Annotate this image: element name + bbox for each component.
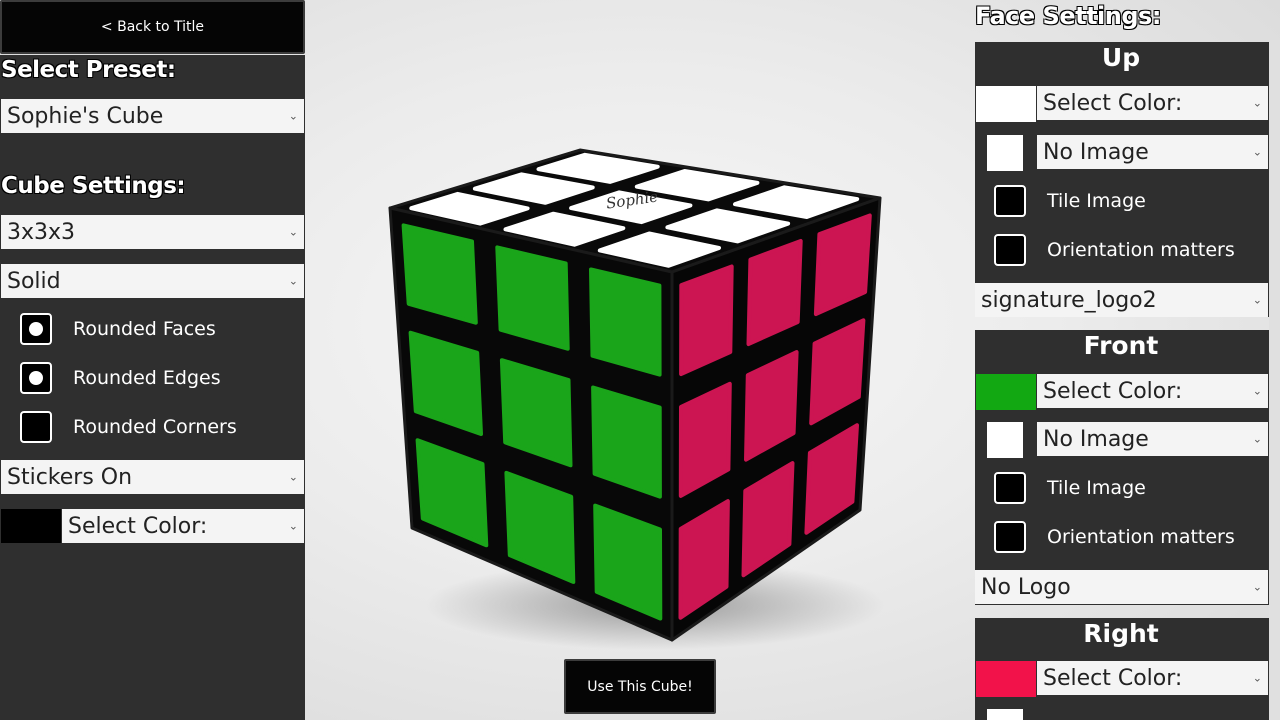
face-right-color-dropdown[interactable]: Select Color: ⌄	[1037, 661, 1268, 695]
face-up-orientation-checkbox[interactable]	[994, 234, 1026, 266]
face-front-color-swatch[interactable]	[976, 374, 1036, 410]
face-up-image-value: No Image	[1043, 139, 1149, 165]
face-front-tile-image-label: Tile Image	[1047, 477, 1146, 499]
face-front-color-label: Select Color:	[1043, 378, 1183, 404]
face-front-image-swatch[interactable]	[987, 422, 1023, 458]
preset-dropdown[interactable]: Sophie's Cube ⌄	[1, 99, 304, 133]
chevron-down-icon: ⌄	[288, 225, 298, 239]
sticker-color-swatch[interactable]	[1, 509, 61, 543]
chevron-down-icon: ⌄	[1252, 432, 1262, 446]
cube-size-dropdown[interactable]: 3x3x3 ⌄	[1, 215, 304, 249]
face-up-logo-dropdown[interactable]: signature_logo2 ⌄	[975, 283, 1268, 317]
chevron-down-icon: ⌄	[1252, 384, 1262, 398]
chevron-down-icon: ⌄	[1252, 145, 1262, 159]
cube-sticker-front	[589, 267, 662, 377]
face-front-color-dropdown[interactable]: Select Color: ⌄	[1037, 374, 1268, 408]
face-front-image-dropdown[interactable]: No Image ⌄	[1037, 422, 1268, 456]
stickers-value: Stickers On	[7, 464, 133, 490]
face-up-color-dropdown[interactable]: Select Color: ⌄	[1037, 86, 1268, 120]
face-right-title: Right	[1083, 619, 1159, 648]
cube-settings-heading: Cube Settings:	[1, 173, 186, 199]
face-right-color-swatch[interactable]	[976, 661, 1036, 697]
face-up-image-swatch[interactable]	[987, 135, 1023, 171]
back-to-title-button[interactable]: < Back to Title	[0, 0, 305, 54]
face-up-logo-value: signature_logo2	[981, 287, 1157, 313]
face-up-tile-image-label: Tile Image	[1047, 190, 1146, 212]
chevron-down-icon: ⌄	[288, 109, 298, 123]
face-up-color-label: Select Color:	[1043, 90, 1183, 116]
face-up-tile-image-checkbox[interactable]	[994, 185, 1026, 217]
face-settings-heading: Face Settings:	[975, 2, 1161, 30]
cube-sticker-front	[495, 245, 570, 351]
face-up-orientation-label: Orientation matters	[1047, 239, 1235, 261]
rounded-edges-label: Rounded Edges	[73, 367, 221, 389]
rounded-faces-checkbox[interactable]	[20, 313, 52, 345]
sticker-color-dropdown[interactable]: Select Color: ⌄	[62, 509, 304, 543]
chevron-down-icon: ⌄	[288, 274, 298, 288]
chevron-down-icon: ⌄	[1252, 96, 1262, 110]
rounded-edges-checkbox[interactable]	[20, 362, 52, 394]
face-front-panel	[975, 330, 1269, 605]
chevron-down-icon: ⌄	[1252, 580, 1262, 594]
chevron-down-icon: ⌄	[1252, 293, 1262, 307]
use-this-cube-button[interactable]: Use This Cube!	[564, 659, 716, 714]
face-up-title: Up	[1101, 43, 1141, 72]
cube-style-dropdown[interactable]: Solid ⌄	[1, 264, 304, 298]
face-front-logo-dropdown[interactable]: No Logo ⌄	[975, 570, 1268, 604]
rounded-corners-label: Rounded Corners	[73, 416, 237, 438]
face-front-logo-value: No Logo	[981, 574, 1071, 600]
face-right-image-swatch[interactable]	[987, 709, 1023, 720]
face-up-color-swatch[interactable]	[976, 86, 1036, 122]
chevron-down-icon: ⌄	[288, 470, 298, 484]
rounded-corners-checkbox[interactable]	[20, 411, 52, 443]
chevron-down-icon: ⌄	[1252, 671, 1262, 685]
face-front-tile-image-checkbox[interactable]	[994, 472, 1026, 504]
chevron-down-icon: ⌄	[288, 519, 298, 533]
face-front-orientation-label: Orientation matters	[1047, 526, 1235, 548]
face-right-color-label: Select Color:	[1043, 665, 1183, 691]
preset-value: Sophie's Cube	[7, 103, 164, 129]
face-front-image-value: No Image	[1043, 426, 1149, 452]
select-preset-heading: Select Preset:	[1, 57, 176, 83]
rounded-faces-label: Rounded Faces	[73, 318, 216, 340]
face-up-image-dropdown[interactable]: No Image ⌄	[1037, 135, 1268, 169]
cube-style-value: Solid	[7, 268, 61, 294]
cube-preview[interactable]: Sophie	[305, 120, 965, 660]
face-front-orientation-checkbox[interactable]	[994, 521, 1026, 553]
stickers-dropdown[interactable]: Stickers On ⌄	[1, 460, 304, 494]
face-up-panel	[975, 42, 1269, 317]
cube-size-value: 3x3x3	[7, 219, 76, 245]
sticker-color-label: Select Color:	[68, 513, 208, 539]
scrollbar[interactable]	[1269, 40, 1280, 720]
face-front-title: Front	[1083, 331, 1159, 360]
